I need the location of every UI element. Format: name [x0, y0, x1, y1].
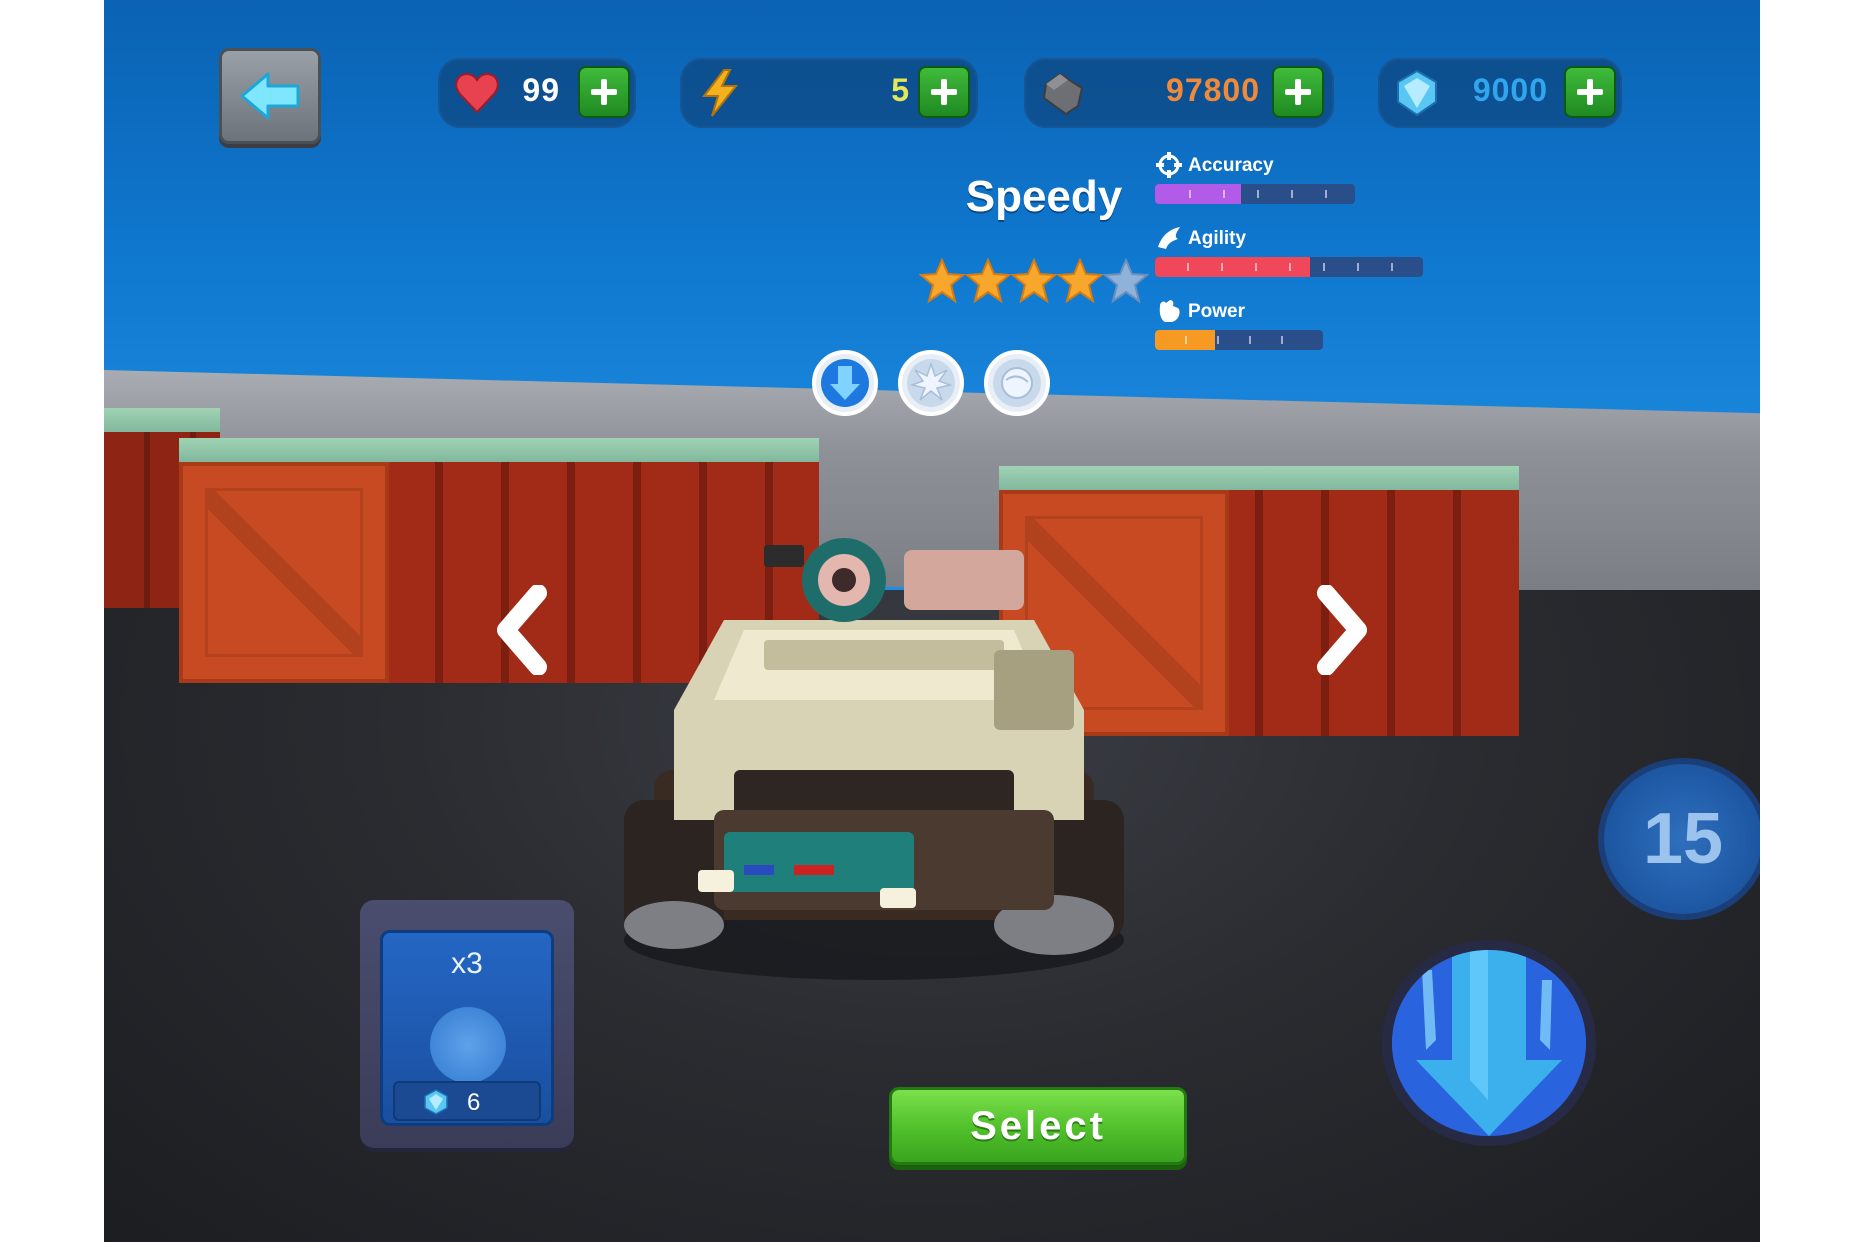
- star-icon: [965, 258, 1011, 304]
- vehicle-model: [624, 538, 1124, 980]
- booster-multiplier: x3: [451, 947, 483, 980]
- booster-cost-value: 6: [467, 1089, 481, 1116]
- ability-slot-orb[interactable]: [984, 350, 1050, 416]
- energy-value: 5: [891, 72, 910, 108]
- add-coins-button[interactable]: [1272, 66, 1324, 118]
- burst-ability-icon: [907, 359, 955, 407]
- agility-bar-fill: [1155, 257, 1311, 277]
- stone-icon: [1042, 72, 1084, 116]
- back-button[interactable]: [219, 48, 321, 144]
- gems-value: 9000: [1472, 72, 1548, 108]
- star-icon: [919, 258, 965, 304]
- previous-vehicle-arrow[interactable]: [494, 585, 550, 675]
- gem-icon: [424, 1089, 448, 1115]
- agility-bar: [1155, 257, 1423, 277]
- ability-slot-burst[interactable]: [898, 350, 964, 416]
- accuracy-bar: [1155, 184, 1355, 204]
- stat-label-agility: Agility: [1188, 228, 1247, 249]
- lightning-icon: [701, 69, 739, 117]
- add-energy-button[interactable]: [918, 66, 970, 118]
- accuracy-bar-fill: [1155, 184, 1241, 204]
- star-icon: [1057, 258, 1103, 304]
- next-vehicle-arrow[interactable]: [1314, 585, 1370, 675]
- ice-arrow-icon: [1392, 950, 1586, 1136]
- coins-counter: 97800: [1024, 58, 1334, 128]
- ice-ability-icon: [821, 359, 869, 407]
- timer-badge: 15: [1598, 758, 1760, 920]
- wing-icon: [1158, 227, 1180, 249]
- booster-orb-icon: [430, 1007, 506, 1083]
- rating-stars: [919, 258, 1159, 308]
- stat-label-power: Power: [1188, 301, 1246, 322]
- ability-button[interactable]: [1382, 940, 1596, 1146]
- gems-counter: 9000: [1378, 58, 1622, 128]
- star-empty-icon: [1103, 258, 1149, 304]
- add-gems-button[interactable]: [1564, 66, 1616, 118]
- health-value: 99: [522, 72, 560, 108]
- ability-slot-ice[interactable]: [812, 350, 878, 416]
- add-health-button[interactable]: [578, 66, 630, 118]
- booster-card[interactable]: x3 6: [360, 900, 574, 1148]
- gem-icon: [1397, 69, 1437, 117]
- energy-counter: 5: [680, 58, 978, 128]
- booster-panel: x3 6: [380, 930, 554, 1126]
- fist-icon: [1159, 300, 1180, 322]
- orb-ability-icon: [993, 359, 1041, 407]
- star-icon: [1011, 258, 1057, 304]
- crosshair-icon: [1156, 152, 1182, 178]
- stat-label-accuracy: Accuracy: [1188, 155, 1274, 176]
- health-counter: 99: [438, 58, 636, 128]
- heart-icon: [455, 72, 499, 114]
- power-bar: [1155, 330, 1323, 350]
- coins-value: 97800: [1166, 72, 1260, 108]
- select-button[interactable]: Select: [889, 1087, 1187, 1165]
- game-screen: 99 5 97800 9000 Speedy Accuracy Agility …: [104, 0, 1760, 1242]
- booster-cost: 6: [393, 1081, 541, 1121]
- back-arrow-icon: [240, 72, 300, 120]
